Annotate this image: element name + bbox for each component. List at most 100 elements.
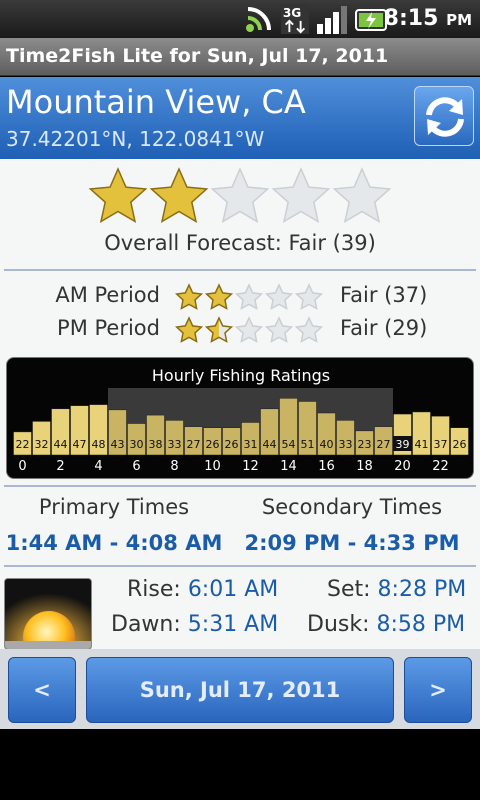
hour-value-label: 32 bbox=[35, 438, 49, 451]
refresh-icon bbox=[426, 97, 464, 137]
hour-value-label: 43 bbox=[111, 438, 125, 451]
hour-value-label: 44 bbox=[263, 438, 277, 451]
secondary-times: Secondary Times 2:09 PM - 4:33 PM bbox=[232, 495, 472, 555]
hour-axis-label: 12 bbox=[242, 459, 259, 474]
svg-text:3G: 3G bbox=[283, 6, 301, 20]
signal-strength-icon bbox=[317, 6, 347, 34]
primary-times-heading: Primary Times bbox=[38, 495, 190, 519]
rating-star bbox=[234, 283, 264, 310]
previous-day-button[interactable]: < bbox=[8, 657, 76, 723]
am-period-label: AM Period bbox=[55, 283, 160, 307]
divider bbox=[4, 269, 476, 271]
hour-value-label: 41 bbox=[415, 438, 429, 451]
pm-rating-stars bbox=[175, 316, 324, 343]
signal-wifi-icon bbox=[246, 7, 271, 32]
primary-times: Primary Times 1:44 AM - 4:08 AM bbox=[0, 495, 234, 555]
dusk: Dusk: 8:58 PM bbox=[307, 612, 466, 637]
pm-period-value: Fair (29) bbox=[340, 316, 428, 340]
hour-axis-label: 18 bbox=[356, 459, 373, 474]
rating-star bbox=[264, 316, 294, 343]
hour-value-label: 37 bbox=[434, 438, 448, 451]
date-button[interactable]: Sun, Jul 17, 2011 bbox=[86, 657, 394, 723]
overall-forecast: Overall Forecast: Fair (39) bbox=[104, 231, 376, 255]
rating-star bbox=[210, 167, 270, 224]
am-rating-stars bbox=[175, 283, 324, 310]
am-period-value: Fair (37) bbox=[340, 283, 428, 307]
hour-axis-label: 2 bbox=[56, 459, 64, 474]
hour-axis-label: 10 bbox=[204, 459, 221, 474]
hour-value-label: 23 bbox=[358, 438, 372, 451]
hour-value-label: 47 bbox=[73, 438, 87, 451]
status-bar: 3G 8:15 PM bbox=[0, 0, 480, 38]
hour-axis-label: 8 bbox=[170, 459, 178, 474]
clock: 8:15 PM bbox=[383, 6, 472, 31]
dawn: Dawn: 5:31 AM bbox=[111, 612, 279, 637]
rating-star bbox=[332, 167, 392, 224]
hour-value-label: 26 bbox=[206, 438, 220, 451]
rating-star bbox=[271, 167, 331, 224]
hour-axis-label: 0 bbox=[18, 459, 26, 474]
hour-value-label: 38 bbox=[149, 438, 163, 451]
hour-axis-label: 20 bbox=[394, 459, 411, 474]
hour-value-label: 40 bbox=[320, 438, 334, 451]
primary-times-value: 1:44 AM - 4:08 AM bbox=[5, 531, 223, 555]
rating-star bbox=[204, 316, 234, 343]
date-navigation: < Sun, Jul 17, 2011 > bbox=[0, 649, 480, 729]
rating-star bbox=[294, 283, 324, 310]
secondary-times-value: 2:09 PM - 4:33 PM bbox=[244, 531, 460, 555]
divider bbox=[4, 565, 476, 567]
sunset-time: 8:28 PM bbox=[377, 577, 467, 602]
hourly-ratings-chart: 22 32 44 47 48 43 30 38 33 27 26 26 31 44 54 51 40 33 23 27… bbox=[6, 357, 474, 479]
hour-value-label: 48 bbox=[92, 438, 106, 451]
next-day-button[interactable]: > bbox=[404, 657, 472, 723]
app-title-bar: Time2Fish Lite for Sun, Jul 17, 2011 bbox=[0, 38, 480, 76]
am-period-row: AM Period Fair (37) bbox=[0, 281, 480, 313]
hourly-chart-title: Hourly Fishing Ratings bbox=[151, 366, 331, 385]
hour-value-label: 33 bbox=[168, 438, 182, 451]
rating-star bbox=[234, 316, 264, 343]
rating-star bbox=[149, 167, 209, 224]
hour-value-label: 54 bbox=[282, 438, 296, 451]
rating-star bbox=[175, 283, 204, 310]
sun-image bbox=[4, 578, 92, 650]
refresh-button[interactable] bbox=[414, 86, 474, 146]
pm-period-row: PM Period Fair (29) bbox=[0, 314, 480, 346]
rating-star bbox=[88, 167, 148, 224]
rating-star bbox=[204, 283, 234, 310]
location-header: Mountain View, CA 37.42201°N, 122.0841°W bbox=[0, 77, 480, 159]
network-3g-icon: 3G bbox=[280, 4, 310, 34]
hour-axis-label: 16 bbox=[318, 459, 335, 474]
hour-value-label: 51 bbox=[301, 438, 315, 451]
pm-period-label: PM Period bbox=[57, 316, 160, 340]
hour-axis-label: 4 bbox=[94, 459, 102, 474]
sun-icon bbox=[5, 579, 91, 649]
sunrise-time: 6:01 AM bbox=[187, 577, 279, 602]
location-name: Mountain View, CA bbox=[6, 83, 306, 121]
hour-value-label: 22 bbox=[16, 438, 30, 451]
hour-value-label: 44 bbox=[54, 438, 68, 451]
hour-axis-label: 6 bbox=[132, 459, 140, 474]
app-title: Time2Fish Lite for Sun, Jul 17, 2011 bbox=[6, 45, 389, 67]
hour-value-label: 30 bbox=[130, 438, 144, 451]
hour-value-label: 39 bbox=[396, 438, 410, 451]
hour-value-label: 26 bbox=[453, 438, 467, 451]
hour-axis-label: 14 bbox=[280, 459, 297, 474]
dusk-time: 8:58 PM bbox=[376, 612, 466, 637]
hour-axis-label: 22 bbox=[432, 459, 449, 474]
dawn-time: 5:31 AM bbox=[187, 612, 279, 637]
location-coordinates: 37.42201°N, 122.0841°W bbox=[6, 127, 265, 151]
rating-star bbox=[175, 316, 204, 343]
sunrise: Rise: 6:01 AM bbox=[127, 577, 279, 602]
forecast-panel: Overall Forecast: Fair (39) AM Period Fa… bbox=[0, 159, 480, 650]
overall-rating-stars bbox=[88, 167, 392, 224]
secondary-times-heading: Secondary Times bbox=[261, 495, 443, 519]
hour-value-label: 27 bbox=[187, 438, 201, 451]
divider bbox=[4, 485, 476, 487]
hour-value-label: 26 bbox=[225, 438, 239, 451]
hour-value-label: 27 bbox=[377, 438, 391, 451]
sunset: Set: 8:28 PM bbox=[327, 577, 467, 602]
rating-star bbox=[264, 283, 294, 310]
rating-star bbox=[294, 316, 324, 343]
hour-value-label: 31 bbox=[244, 438, 258, 451]
hour-value-label: 33 bbox=[339, 438, 353, 451]
